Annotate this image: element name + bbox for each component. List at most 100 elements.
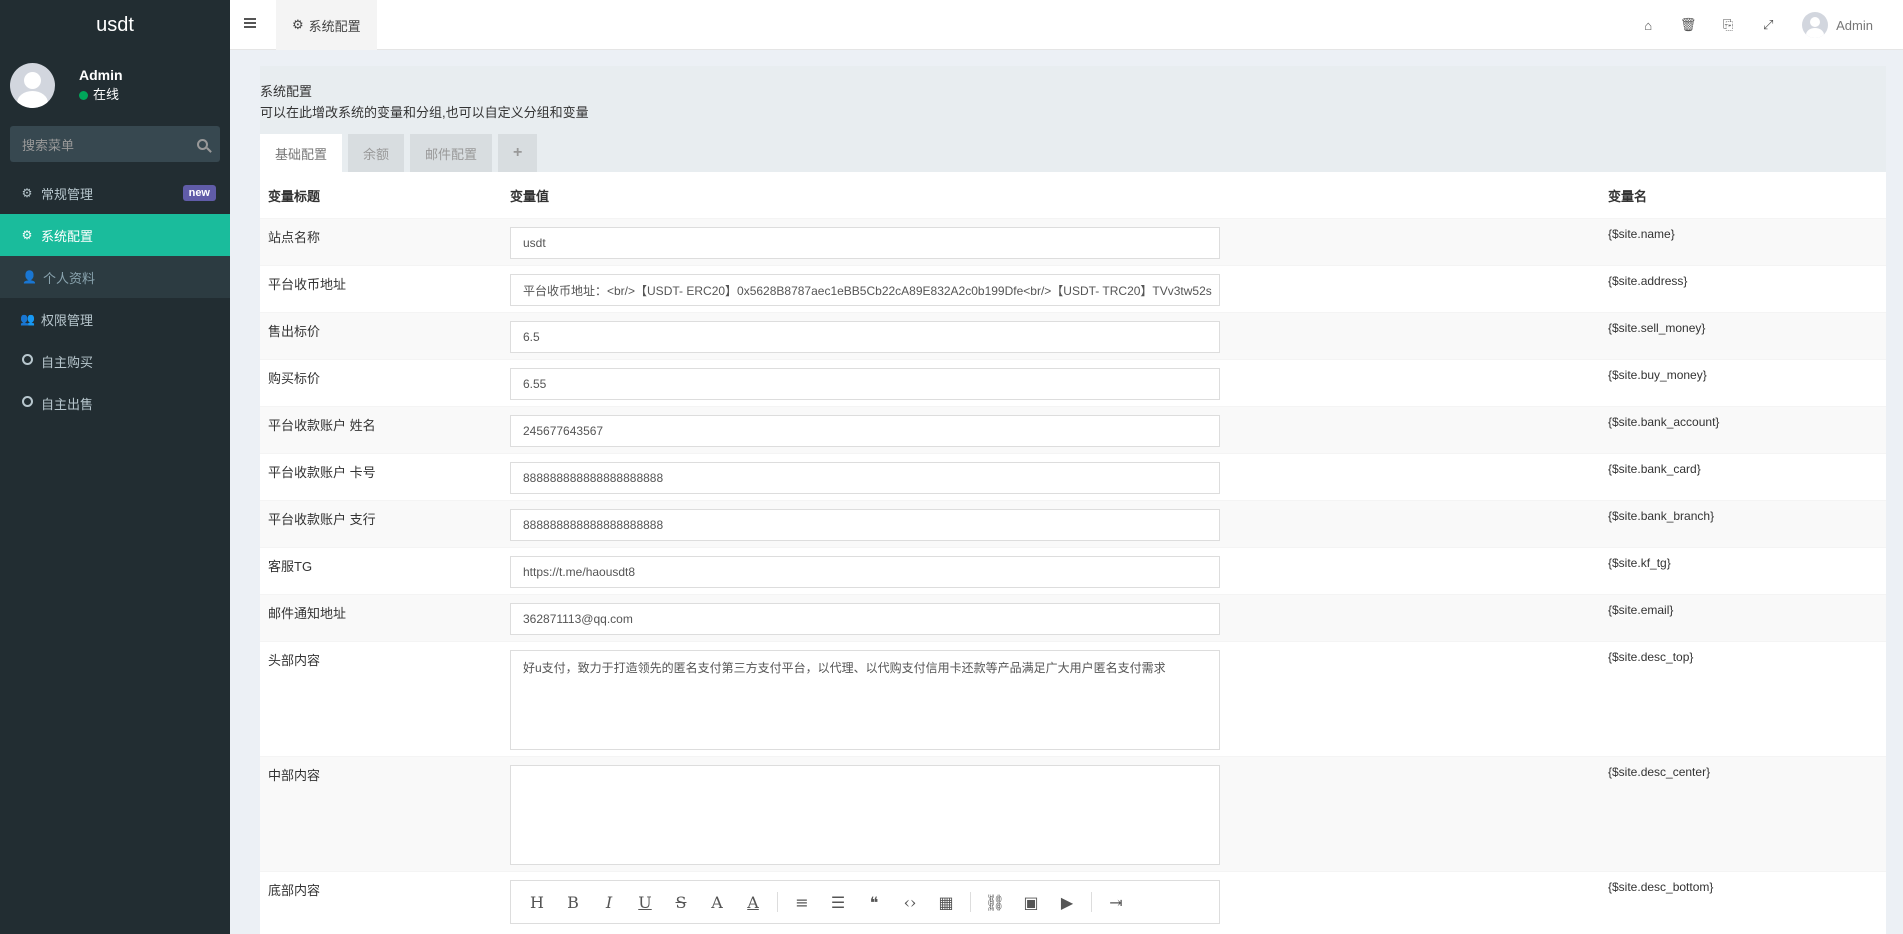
- add-tab-button[interactable]: +: [498, 134, 538, 172]
- row-title: 平台收款账户 卡号: [268, 465, 376, 480]
- cogs-icon: ⚙: [21, 186, 33, 200]
- row-var: {$site.bank_card}: [1608, 462, 1701, 476]
- underline-icon[interactable]: U: [627, 893, 663, 912]
- row-title: 售出标价: [268, 324, 321, 339]
- tab-system-config[interactable]: ⚙ 系统配置: [276, 0, 377, 50]
- translate-icon[interactable]: ⎘: [1708, 17, 1748, 33]
- ordered-list-icon[interactable]: ≡: [784, 893, 820, 912]
- highlight-icon[interactable]: A: [735, 893, 771, 912]
- row-var: {$site.buy_money}: [1608, 368, 1707, 382]
- table-row: 平台收款账户 卡号 888888888888888888888 {$site.b…: [260, 453, 1886, 500]
- table-row: 平台收币地址 平台收币地址：<br/>【USDT- ERC20】0x5628B8…: [260, 265, 1886, 312]
- panel-heading: 系统配置 可以在此增改系统的变量和分组,也可以自定义分组和变量 基础配置 余额 …: [260, 66, 1886, 172]
- sell-price-input[interactable]: 6.5: [510, 321, 1220, 353]
- toolbar-divider: [1091, 892, 1092, 912]
- table-row: 中部内容 {$site.desc_center}: [260, 756, 1886, 871]
- sidebar-item-profile[interactable]: 👤 个人资料: [0, 256, 230, 298]
- sidebar-item-label: 自主购买: [41, 354, 94, 370]
- user-name: Admin: [79, 67, 123, 83]
- sidebar: usdt Admin 在线 搜索菜单 ⚙ 常规管理 new ⚙ 系统配置 👤 个…: [0, 0, 230, 934]
- video-icon[interactable]: ▶: [1049, 893, 1085, 912]
- search-placeholder: 搜索菜单: [22, 137, 75, 153]
- unordered-list-icon[interactable]: ☰: [820, 893, 856, 912]
- top-navbar: ⚙ 系统配置 ⌂ 🗑 ⎘ ⤢ Admin: [230, 0, 1903, 50]
- config-tabs: 基础配置 余额 邮件配置 +: [260, 134, 543, 172]
- row-var: {$site.kf_tg}: [1608, 556, 1671, 570]
- search-menu-input[interactable]: 搜索菜单: [10, 126, 220, 162]
- desc-top-textarea[interactable]: 好u支付，致力于打造领先的匿名支付第三方支付平台，以代理、以代购支付信用卡还款等…: [510, 650, 1220, 750]
- kf-tg-input[interactable]: https://t.me/haousdt8: [510, 556, 1220, 588]
- hamburger-icon[interactable]: [244, 18, 256, 28]
- table-row: 客服TG https://t.me/haousdt8 {$site.kf_tg}: [260, 547, 1886, 594]
- email-input[interactable]: 362871113@qq.com: [510, 603, 1220, 635]
- bank-card-input[interactable]: 888888888888888888888: [510, 462, 1220, 494]
- fullscreen-icon[interactable]: ⤢: [1748, 17, 1788, 33]
- row-title: 邮件通知地址: [268, 606, 347, 621]
- row-var: {$site.desc_center}: [1608, 765, 1711, 779]
- main-content: 系统配置 可以在此增改系统的变量和分组,也可以自定义分组和变量 基础配置 余额 …: [260, 66, 1886, 934]
- row-title: 购买标价: [268, 371, 321, 386]
- bold-icon[interactable]: B: [555, 893, 591, 912]
- avatar: [10, 62, 55, 108]
- row-var: {$site.desc_bottom}: [1608, 880, 1714, 894]
- sidebar-item-label: 权限管理: [41, 312, 94, 328]
- header-var: 变量名: [1608, 188, 1648, 204]
- strikethrough-icon[interactable]: S: [663, 893, 699, 912]
- row-title: 平台收款账户 姓名: [268, 418, 376, 433]
- row-var: {$site.email}: [1608, 603, 1674, 617]
- circle-icon: [20, 396, 34, 410]
- search-icon[interactable]: [197, 138, 208, 150]
- row-title: 平台收币地址: [268, 277, 347, 292]
- desc-center-textarea[interactable]: [510, 765, 1220, 865]
- quote-icon[interactable]: ❝: [856, 893, 892, 912]
- sidebar-item-system-config[interactable]: ⚙ 系统配置: [0, 214, 230, 256]
- tab-basic[interactable]: 基础配置: [260, 134, 343, 172]
- bank-account-input[interactable]: 245677643567: [510, 415, 1220, 447]
- table-row: 底部内容 H B I U S A A ≡ ☰ ❝ ‹› ▦ ⛓ ▣ ▶ ⇥ {$…: [260, 871, 1886, 930]
- user-panel: Admin 在线: [0, 50, 230, 120]
- row-var: {$site.sell_money}: [1608, 321, 1706, 335]
- address-input[interactable]: 平台收币地址：<br/>【USDT- ERC20】0x5628B8787aec1…: [510, 274, 1220, 306]
- config-table: 变量标题 变量值 变量名 站点名称 usdt {$site.name} 平台收币…: [260, 172, 1886, 930]
- buy-price-input[interactable]: 6.55: [510, 368, 1220, 400]
- gear-icon: ⚙: [21, 228, 33, 242]
- indent-icon[interactable]: ⇥: [1098, 893, 1134, 912]
- page-description: 可以在此增改系统的变量和分组,也可以自定义分组和变量: [260, 105, 589, 120]
- header-title: 变量标题: [268, 188, 321, 204]
- home-icon[interactable]: ⌂: [1628, 18, 1668, 33]
- font-color-icon[interactable]: A: [699, 893, 735, 912]
- table-row: 购买标价 6.55 {$site.buy_money}: [260, 359, 1886, 406]
- sidebar-item-general[interactable]: ⚙ 常规管理 new: [0, 172, 230, 214]
- row-var: {$site.name}: [1608, 227, 1675, 241]
- user-icon: 👤: [22, 270, 37, 284]
- sidebar-item-buy[interactable]: 自主购买: [0, 340, 230, 382]
- heading-icon[interactable]: H: [519, 893, 555, 912]
- row-title: 底部内容: [268, 883, 321, 898]
- tab-email[interactable]: 邮件配置: [410, 134, 493, 172]
- link-icon[interactable]: ⛓: [977, 893, 1013, 912]
- italic-icon[interactable]: I: [591, 893, 627, 912]
- user-status-label: 在线: [93, 87, 120, 102]
- circle-icon: [20, 354, 34, 368]
- row-var: {$site.desc_top}: [1608, 650, 1694, 664]
- row-var: {$site.address}: [1608, 274, 1688, 288]
- group-icon: 👥: [20, 312, 35, 326]
- sidebar-item-permissions[interactable]: 👥 权限管理: [0, 298, 230, 340]
- tab-balance[interactable]: 余额: [348, 134, 405, 172]
- table-row: 邮件通知地址 362871113@qq.com {$site.email}: [260, 594, 1886, 641]
- top-user-menu[interactable]: Admin: [1802, 12, 1873, 38]
- table-header: 变量标题 变量值 变量名: [260, 172, 1886, 218]
- image-icon[interactable]: ▣: [1013, 893, 1049, 912]
- app-logo[interactable]: usdt: [0, 0, 230, 50]
- sidebar-item-sell[interactable]: 自主出售: [0, 382, 230, 424]
- site-name-input[interactable]: usdt: [510, 227, 1220, 259]
- sidebar-item-label: 系统配置: [41, 228, 94, 244]
- toolbar-divider: [777, 892, 778, 912]
- row-title: 客服TG: [268, 559, 313, 574]
- trash-icon[interactable]: 🗑: [1668, 17, 1708, 33]
- table-row: 平台收款账户 姓名 245677643567 {$site.bank_accou…: [260, 406, 1886, 453]
- page-title: 系统配置: [260, 84, 313, 99]
- table-icon[interactable]: ▦: [928, 893, 964, 912]
- code-icon[interactable]: ‹›: [892, 893, 928, 912]
- bank-branch-input[interactable]: 888888888888888888888: [510, 509, 1220, 541]
